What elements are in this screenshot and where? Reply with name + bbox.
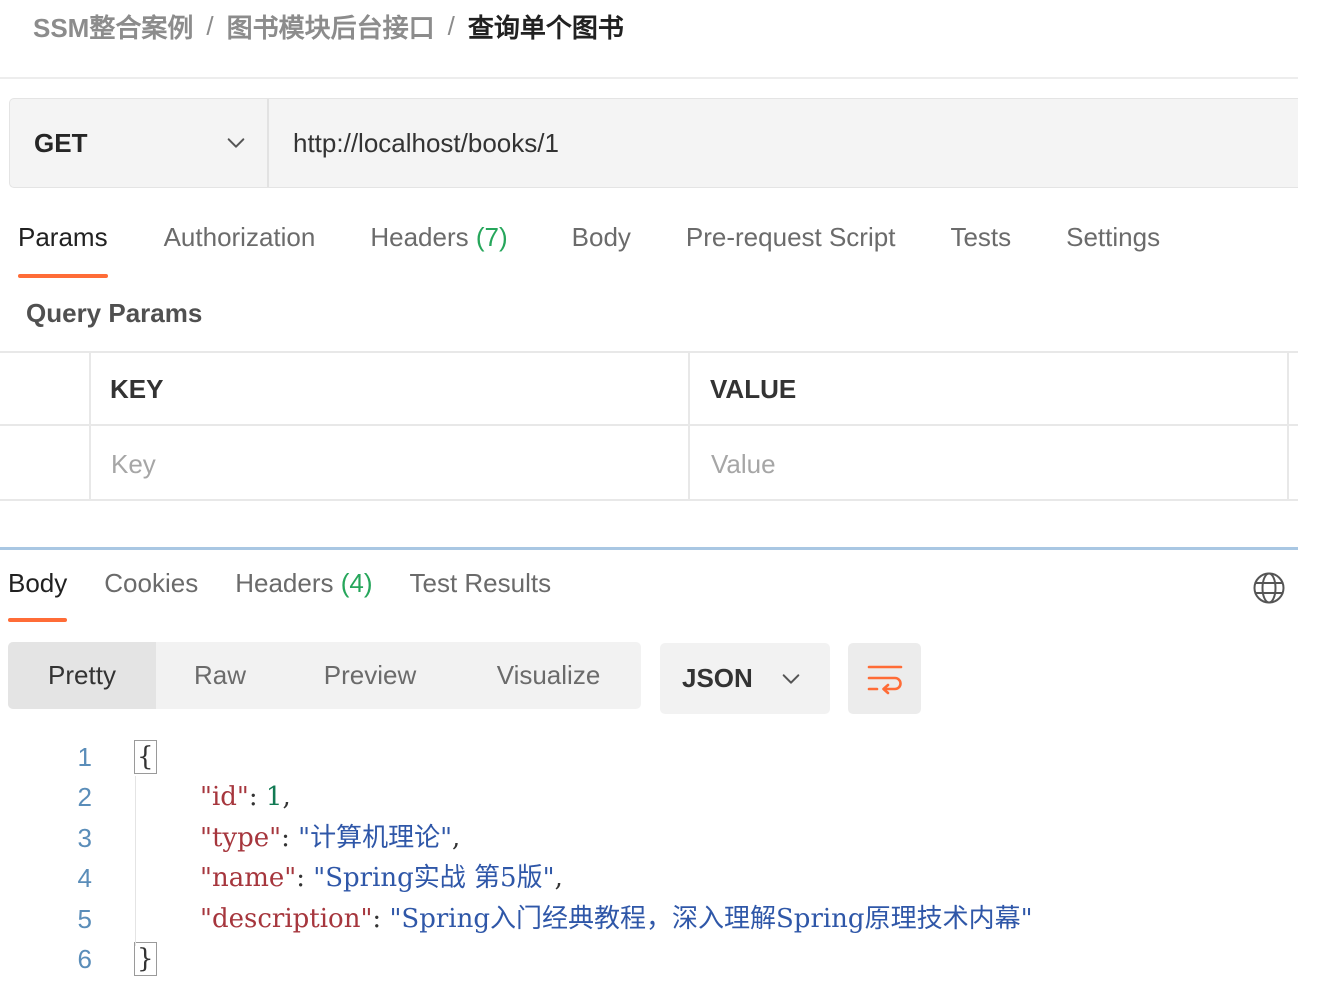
method-label: GET xyxy=(34,127,88,158)
code-line: 4 "name": "Spring实战 第5版", xyxy=(0,858,1300,898)
json-value: "计算机理论" xyxy=(298,823,453,853)
tab-label: Body xyxy=(8,568,68,598)
line-number: 5 xyxy=(77,904,92,934)
tab-authorization[interactable]: Authorization xyxy=(164,222,316,262)
json-comma: , xyxy=(282,782,291,812)
wrap-lines-icon xyxy=(867,665,902,694)
language-select[interactable]: JSON xyxy=(660,643,830,714)
column-header-key: KEY xyxy=(110,374,164,404)
tab-label: Params xyxy=(18,222,108,252)
code-line: 2 "id": 1, xyxy=(0,777,1300,817)
headers-count-badge: (7) xyxy=(475,222,508,252)
chevron-down-icon xyxy=(782,674,800,684)
chevron-down-icon xyxy=(227,138,245,148)
url-input[interactable]: http://localhost/books/1 xyxy=(269,99,1298,187)
header-divider xyxy=(0,77,1298,79)
column-header-value: VALUE xyxy=(710,374,797,404)
format-tab-pretty[interactable]: Pretty xyxy=(8,642,156,709)
tab-label: Settings xyxy=(1066,222,1161,252)
json-value: 1 xyxy=(265,782,283,812)
query-params-title: Query Params xyxy=(26,298,203,328)
value-input[interactable]: Value xyxy=(711,428,1281,501)
tab-settings[interactable]: Settings xyxy=(1066,222,1160,262)
tab-label: Headers xyxy=(370,222,469,252)
tab-label: Tests xyxy=(950,222,1012,252)
key-input[interactable]: Key xyxy=(111,428,681,501)
response-pane-resize-handle[interactable] xyxy=(0,547,1298,550)
language-select-label: JSON xyxy=(682,663,753,693)
table-header-row: KEY VALUE xyxy=(0,353,1298,426)
response-tab-body[interactable]: Body xyxy=(8,568,68,622)
globe-icon[interactable] xyxy=(1252,571,1286,605)
params-table: KEY VALUE Key Value xyxy=(0,351,1298,501)
tab-params[interactable]: Params xyxy=(18,222,108,278)
tab-label: Authorization xyxy=(163,222,316,252)
table-row: Key Value xyxy=(0,428,1298,501)
format-tabs: Pretty Raw Preview Visualize xyxy=(8,642,641,709)
code-close-brace: } xyxy=(134,942,157,976)
json-key: "type" xyxy=(200,823,282,853)
tab-tests[interactable]: Tests xyxy=(950,222,1011,262)
tab-label: Body xyxy=(571,222,631,252)
response-headers-count-badge: (4) xyxy=(340,568,373,598)
breadcrumb-separator: / xyxy=(447,10,455,41)
json-value: "Spring实战 第5版" xyxy=(313,863,555,893)
code-line: 3 "type": "计算机理论", xyxy=(0,818,1300,858)
breadcrumb-collection[interactable]: SSM整合案例 xyxy=(33,8,193,45)
tab-label: Headers xyxy=(235,568,334,598)
format-tab-raw[interactable]: Raw xyxy=(156,642,284,709)
column-divider xyxy=(688,353,690,499)
tab-label: Pre-request Script xyxy=(685,222,896,252)
response-tab-headers[interactable]: Headers (4) xyxy=(235,568,372,608)
json-comma: , xyxy=(452,823,461,853)
column-divider xyxy=(89,353,91,499)
indent-guide xyxy=(135,776,136,946)
breadcrumb-folder[interactable]: 图书模块后台接口 xyxy=(227,8,435,45)
line-number: 2 xyxy=(77,782,92,812)
tab-label: Cookies xyxy=(104,568,199,598)
format-tab-visualize[interactable]: Visualize xyxy=(456,642,641,709)
wrap-lines-button[interactable] xyxy=(848,643,921,714)
breadcrumb-separator: / xyxy=(206,10,214,41)
json-value: "Spring入门经典教程，深入理解Spring原理技术内幕" xyxy=(389,904,1033,934)
request-bar: GET http://localhost/books/1 xyxy=(9,98,1298,188)
code-open-brace: { xyxy=(134,740,157,774)
format-tab-preview[interactable]: Preview xyxy=(284,642,456,709)
column-divider xyxy=(1287,353,1289,499)
code-line: 1 { xyxy=(0,737,1300,777)
json-comma: , xyxy=(554,863,563,893)
line-number: 6 xyxy=(77,944,92,974)
tab-body[interactable]: Body xyxy=(572,222,631,262)
response-tab-cookies[interactable]: Cookies xyxy=(104,568,198,608)
tab-headers[interactable]: Headers (7) xyxy=(370,222,507,262)
method-select[interactable]: GET xyxy=(10,99,269,187)
line-number: 3 xyxy=(77,823,92,853)
json-key: "description" xyxy=(200,904,373,934)
breadcrumb: SSM整合案例 / 图书模块后台接口 / 查询单个图书 xyxy=(33,6,624,46)
code-line: 5 "description": "Spring入门经典教程，深入理解Sprin… xyxy=(0,899,1300,939)
code-line: 6 } xyxy=(0,939,1300,979)
request-tabs: Params Authorization Headers (7) Body Pr… xyxy=(18,222,1160,282)
line-number: 4 xyxy=(77,863,92,893)
breadcrumb-request[interactable]: 查询单个图书 xyxy=(468,8,624,45)
json-key: "name" xyxy=(200,863,297,893)
line-number: 1 xyxy=(77,742,92,772)
response-tabs: Body Cookies Headers (4) Test Results xyxy=(8,568,551,628)
json-key: "id" xyxy=(200,782,249,812)
response-tab-test-results[interactable]: Test Results xyxy=(410,568,552,608)
tab-pre-request-script[interactable]: Pre-request Script xyxy=(686,222,896,262)
tab-label: Test Results xyxy=(409,568,552,598)
